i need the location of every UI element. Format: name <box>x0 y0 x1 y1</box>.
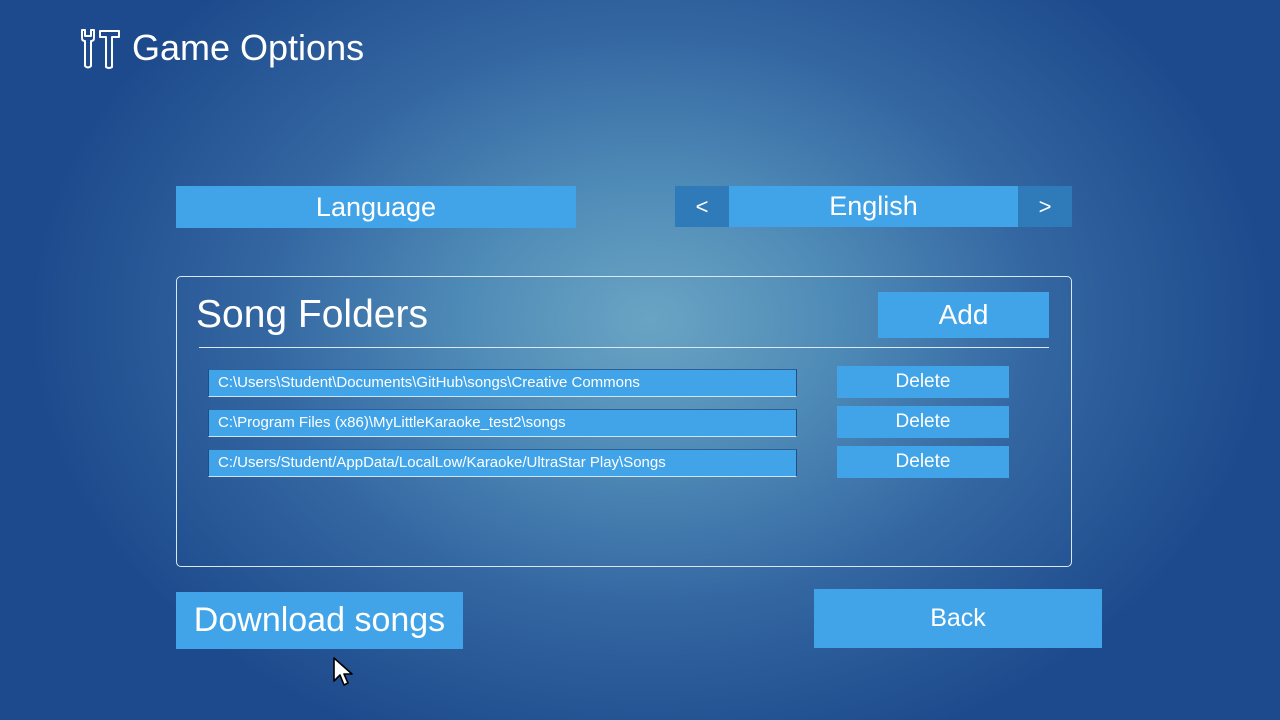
back-button[interactable]: Back <box>814 589 1102 648</box>
language-value: English <box>729 186 1018 227</box>
delete-folder-button[interactable]: Delete <box>837 406 1009 438</box>
tools-icon <box>78 28 122 70</box>
divider <box>199 347 1049 348</box>
delete-folder-button[interactable]: Delete <box>837 446 1009 478</box>
song-folders-heading: Song Folders <box>196 293 428 336</box>
language-label: Language <box>176 186 576 228</box>
language-next-button[interactable]: > <box>1018 186 1072 227</box>
delete-folder-button[interactable]: Delete <box>837 366 1009 398</box>
language-prev-button[interactable]: < <box>675 186 729 227</box>
add-folder-button[interactable]: Add <box>878 292 1049 338</box>
page-title: Game Options <box>132 27 365 68</box>
download-songs-button[interactable]: Download songs <box>176 592 463 649</box>
folder-path-field[interactable]: C:\Users\Student\Documents\GitHub\songs\… <box>208 369 797 397</box>
mouse-pointer-icon <box>333 657 359 689</box>
folder-path-field[interactable]: C:\Program Files (x86)\MyLittleKaraoke_t… <box>208 409 797 437</box>
folder-path-field[interactable]: C:/Users/Student/AppData/LocalLow/Karaok… <box>208 449 797 477</box>
